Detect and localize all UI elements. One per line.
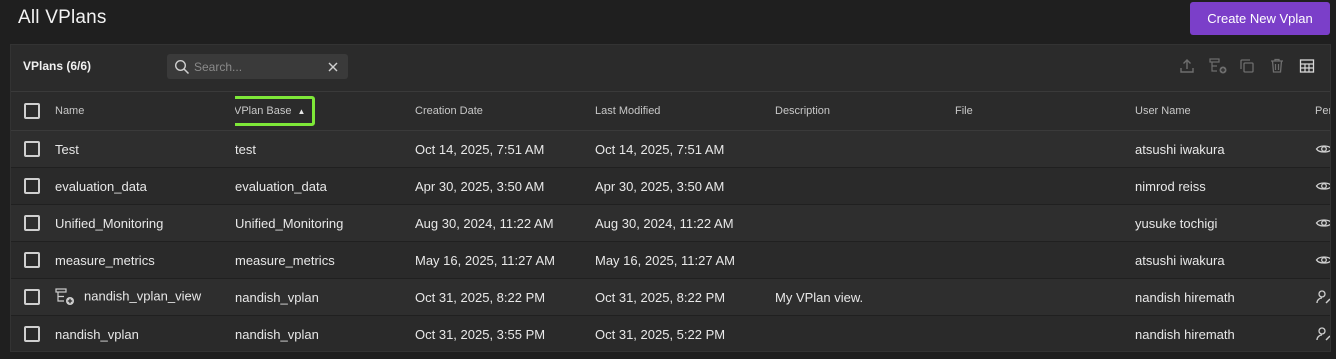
file [955,279,1135,316]
file [955,316,1135,352]
table-columns-icon[interactable] [1298,57,1316,75]
description [775,131,955,168]
vplan-base: evaluation_data [235,178,327,194]
description: My VPlan view. [775,289,864,305]
description [775,316,955,352]
user-name: nimrod reiss [1135,178,1206,194]
description [775,242,955,279]
vplan-base: nandish_vplan [235,326,319,342]
description [775,168,955,205]
eye-icon[interactable] [1315,177,1330,195]
vplan-base: test [235,141,256,157]
table-row[interactable]: Unified_Monitoring Unified_Monitoring Aug … [11,204,1330,242]
search-icon [174,59,190,74]
table-row[interactable]: nandish_vplan_view nandish_vplan Oct 31, 2… [11,278,1330,316]
sorted-column-highlight[interactable]: VPlan Base ▲ [235,96,316,126]
user-name: nandish hiremath [1135,326,1235,342]
column-header-creation-date[interactable]: Creation Date [415,92,595,131]
last-modified: May 16, 2025, 11:27 AM [595,252,735,268]
description [775,205,955,242]
column-header-last-modified[interactable]: Last Modified [595,92,775,131]
page-title: All VPlans [18,7,107,28]
user-name: nandish hiremath [1135,289,1235,305]
creation-date: Apr 30, 2025, 3:50 AM [415,178,545,194]
file [955,242,1135,279]
row-checkbox[interactable] [24,178,40,195]
row-checkbox[interactable] [24,252,40,269]
row-checkbox[interactable] [24,215,40,232]
row-checkbox[interactable] [24,141,40,158]
vplan-name[interactable]: nandish_vplan [55,327,139,342]
vplan-name[interactable]: measure_metrics [55,253,155,268]
search-input[interactable] [194,59,324,74]
creation-date: May 16, 2025, 11:27 AM [415,252,555,268]
vplan-base: nandish_vplan [235,289,319,305]
table-toolbar: VPlans (6/6) [11,45,1330,91]
file [955,131,1135,168]
delete-icon[interactable] [1268,57,1286,75]
vplan-name[interactable]: nandish_vplan_view [84,288,201,303]
column-header-user-name[interactable]: User Name [1135,92,1315,131]
vplan-name[interactable]: evaluation_data [55,179,147,194]
select-all-checkbox[interactable] [24,103,40,119]
vplan-base: Unified_Monitoring [235,215,344,231]
table-row[interactable]: Test test Oct 14, 2025, 7:51 AM Oct 14, 202… [11,130,1330,168]
last-modified: Aug 30, 2024, 11:22 AM [595,215,734,231]
column-header-vplan-base-label: VPlan Base [235,105,292,117]
creation-date: Oct 14, 2025, 7:51 AM [415,141,545,157]
eye-icon[interactable] [1315,140,1330,158]
creation-date: Oct 31, 2025, 8:22 PM [415,289,546,305]
creation-date: Oct 31, 2025, 3:55 PM [415,326,546,342]
creation-date: Aug 30, 2024, 11:22 AM [415,215,554,231]
vplan-base: measure_metrics [235,252,335,268]
column-header-file[interactable]: File [955,92,1135,131]
eye-icon[interactable] [1315,251,1330,269]
vplans-panel: VPlans (6/6) Search... Name VPlan Base ▲… [10,44,1331,352]
vplans-table: Name VPlan Base ▲ Creation Date Last Mod… [11,91,1330,352]
copy-icon[interactable] [1238,57,1256,75]
table-header-row: Name VPlan Base ▲ Creation Date Last Mod… [11,91,1330,131]
user-name: atsushi iwakura [1135,252,1225,268]
row-checkbox[interactable] [24,326,40,343]
last-modified: Oct 31, 2025, 5:22 PM [595,326,726,342]
table-row[interactable]: evaluation_data evaluation_data Apr 30, 20… [11,167,1330,205]
file [955,205,1135,242]
table-row[interactable]: nandish_vplan nandish_vplan Oct 31, 2025, … [11,315,1330,352]
vplan-view-icon [55,287,77,307]
last-modified: Oct 14, 2025, 7:51 AM [595,141,725,157]
user-name: yusuke tochigi [1135,215,1218,231]
column-header-vplan-base[interactable]: VPlan Base ▲ [235,92,415,131]
eye-icon[interactable] [1315,214,1330,232]
vplan-name[interactable]: Unified_Monitoring [55,216,163,231]
vplan-name[interactable]: Test [55,142,79,157]
upload-icon[interactable] [1178,57,1196,75]
last-modified: Oct 31, 2025, 8:22 PM [595,289,726,305]
sort-ascending-icon: ▲ [297,106,306,116]
user-edit-icon[interactable] [1315,325,1330,343]
user-edit-icon[interactable] [1315,288,1330,306]
clear-search-icon[interactable] [326,60,340,74]
file [955,168,1135,205]
vplans-count: VPlans (6/6) [23,59,92,73]
table-row[interactable]: measure_metrics measure_metrics May 16, 20… [11,241,1330,279]
search-box[interactable] [167,54,348,79]
user-name: atsushi iwakura [1135,141,1225,157]
row-checkbox[interactable] [24,289,40,306]
last-modified: Apr 30, 2025, 3:50 AM [595,178,725,194]
column-header-description[interactable]: Description [775,92,955,131]
add-view-icon[interactable] [1208,57,1227,75]
create-new-vplan-button[interactable]: Create New Vplan [1190,2,1330,35]
column-header-permissions[interactable]: Per [1315,92,1330,131]
column-header-name[interactable]: Name [55,92,235,131]
